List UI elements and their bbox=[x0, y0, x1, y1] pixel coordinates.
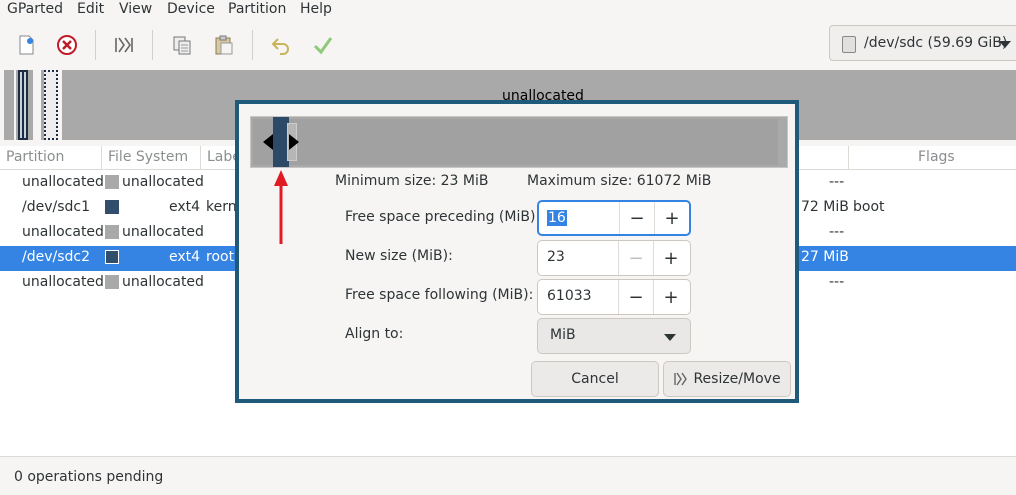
decrement-button[interactable]: − bbox=[619, 202, 654, 234]
chevron-down-icon bbox=[664, 334, 676, 341]
cell-flags: --- bbox=[829, 174, 845, 190]
new-icon[interactable] bbox=[13, 32, 39, 58]
align-to-value: MiB bbox=[550, 327, 576, 343]
cancel-button-label: Cancel bbox=[571, 371, 619, 387]
resize-move-icon[interactable] bbox=[111, 32, 137, 58]
cell-label: root bbox=[206, 249, 235, 265]
cell-filesystem: unallocated bbox=[122, 174, 204, 190]
new-size-label: New size (MiB): bbox=[345, 248, 453, 264]
status-bar: 0 operations pending bbox=[0, 456, 1016, 495]
free-space-following-spinbutton[interactable]: 61033 − + bbox=[537, 279, 691, 315]
drive-icon bbox=[842, 36, 856, 53]
decrement-button[interactable]: − bbox=[618, 280, 653, 314]
menu-view[interactable]: View bbox=[119, 1, 152, 17]
resize-left-handle-icon[interactable] bbox=[263, 134, 273, 150]
menu-edit[interactable]: Edit bbox=[77, 1, 104, 17]
align-to-dropdown[interactable]: MiB bbox=[537, 318, 691, 354]
copy-icon[interactable] bbox=[169, 32, 195, 58]
column-filesystem[interactable]: File System bbox=[108, 149, 188, 165]
column-partition[interactable]: Partition bbox=[6, 149, 64, 165]
free-space-following-label: Free space following (MiB): bbox=[345, 287, 534, 303]
free-space-preceding-input[interactable]: 16 bbox=[547, 210, 567, 226]
annotation-arrow-icon bbox=[274, 170, 288, 244]
cell-filesystem: unallocated bbox=[122, 224, 204, 240]
minimum-size-label: Minimum size: 23 MiB bbox=[335, 173, 489, 189]
chevron-down-icon bbox=[999, 41, 1011, 48]
column-flags[interactable]: Flags bbox=[918, 149, 955, 165]
status-text: 0 operations pending bbox=[14, 469, 164, 485]
toolbar: /dev/sdc (59.69 GiB) bbox=[0, 22, 1016, 68]
cell-partition: /dev/sdc1 bbox=[22, 199, 91, 215]
disk-map-unallocated-segment[interactable] bbox=[30, 70, 44, 140]
fs-color-swatch bbox=[105, 225, 119, 239]
device-selector-label: /dev/sdc (59.69 GiB) bbox=[864, 35, 1008, 51]
cell-flags: boot bbox=[853, 199, 885, 215]
cell-partition: unallocated bbox=[22, 174, 104, 190]
cell-filesystem: ext4 bbox=[169, 199, 201, 215]
fs-color-swatch bbox=[105, 200, 119, 214]
fs-color-swatch bbox=[105, 250, 119, 264]
device-selector[interactable]: /dev/sdc (59.69 GiB) bbox=[829, 25, 1016, 61]
increment-button[interactable]: + bbox=[654, 202, 689, 234]
menu-gparted[interactable]: GParted bbox=[7, 1, 63, 17]
new-size-input[interactable]: 23 bbox=[547, 249, 565, 265]
delete-icon[interactable] bbox=[54, 32, 80, 58]
resize-move-button[interactable]: Resize/Move bbox=[663, 361, 791, 397]
menu-device[interactable]: Device bbox=[167, 1, 215, 17]
menu-partition[interactable]: Partition bbox=[228, 1, 286, 17]
new-size-spinbutton[interactable]: 23 − + bbox=[537, 240, 691, 276]
free-space-preceding-label: Free space preceding (MiB): bbox=[345, 209, 541, 225]
cell-filesystem: ext4 bbox=[169, 249, 201, 265]
menu-bar: GParted Edit View Device Partition Help bbox=[0, 0, 1016, 22]
undo-icon[interactable] bbox=[268, 32, 294, 58]
increment-button[interactable]: + bbox=[653, 280, 688, 314]
cancel-button[interactable]: Cancel bbox=[531, 361, 659, 397]
apply-icon[interactable] bbox=[310, 32, 336, 58]
fs-color-swatch bbox=[105, 175, 119, 189]
disk-map-partition-sdc2[interactable] bbox=[44, 70, 58, 140]
menu-help[interactable]: Help bbox=[300, 1, 332, 17]
resize-move-button-label: Resize/Move bbox=[693, 371, 781, 387]
resize-right-handle-icon[interactable] bbox=[289, 134, 299, 150]
cell-partition: unallocated bbox=[22, 274, 104, 290]
decrement-button: − bbox=[618, 241, 653, 275]
toolbar-separator bbox=[152, 30, 153, 60]
paste-icon[interactable] bbox=[211, 32, 237, 58]
disk-map-partition-sdc1[interactable] bbox=[16, 70, 30, 140]
free-space-following-input[interactable]: 61033 bbox=[547, 288, 592, 304]
align-to-label: Align to: bbox=[345, 326, 404, 342]
cell-partition: /dev/sdc2 bbox=[22, 249, 91, 265]
cell-size: 72 MiB bbox=[801, 199, 849, 215]
resize-move-dialog: Minimum size: 23 MiB Maximum size: 61072… bbox=[235, 100, 799, 403]
cell-partition: unallocated bbox=[22, 224, 104, 240]
fs-color-swatch bbox=[105, 275, 119, 289]
cell-flags: --- bbox=[829, 224, 845, 240]
partition-resize-graphic[interactable] bbox=[250, 116, 788, 168]
free-space-preceding-spinbutton[interactable]: 16 − + bbox=[537, 200, 691, 236]
cell-size: 27 MiB bbox=[801, 249, 849, 265]
toolbar-separator bbox=[95, 30, 96, 60]
resize-move-icon bbox=[674, 372, 688, 386]
maximum-size-label: Maximum size: 61072 MiB bbox=[527, 173, 712, 189]
cell-filesystem: unallocated bbox=[122, 274, 204, 290]
cell-flags: --- bbox=[829, 274, 845, 290]
increment-button[interactable]: + bbox=[653, 241, 688, 275]
toolbar-separator bbox=[252, 30, 253, 60]
disk-map-unallocated-segment[interactable] bbox=[4, 70, 14, 140]
